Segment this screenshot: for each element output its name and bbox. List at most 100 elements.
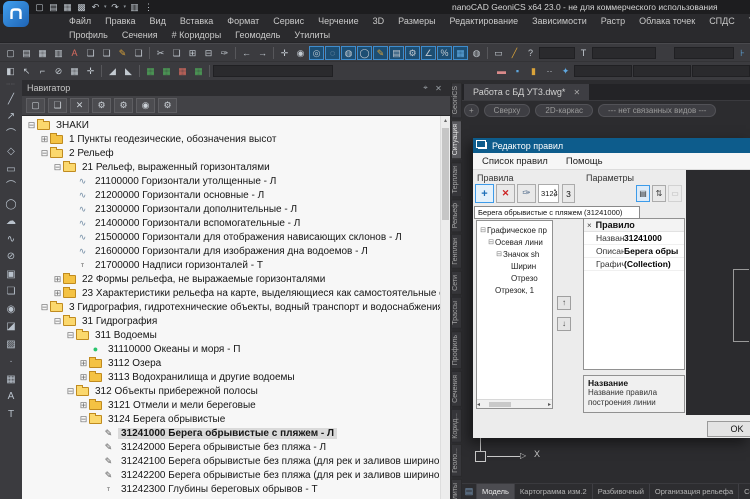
- ellipse-icon[interactable]: ⊘: [7, 250, 15, 263]
- print-icon[interactable]: ▥: [129, 1, 140, 13]
- layout-tab[interactable]: Модель: [477, 484, 515, 499]
- copy-doc-icon[interactable]: ❏: [99, 46, 114, 60]
- tree-item[interactable]: ✎31242000 Берега обрывистые без пляжа - …: [22, 440, 450, 454]
- tree-item[interactable]: ⊟311 Водоемы: [22, 328, 450, 342]
- rule-tree-item[interactable]: ⊟Значок sh: [477, 248, 552, 260]
- options-gear-icon[interactable]: ⚙: [158, 98, 177, 113]
- toolbar-field[interactable]: [633, 65, 691, 77]
- copy-props-icon[interactable]: ◧: [3, 64, 18, 78]
- pin-tool-icon[interactable]: ✦: [558, 64, 573, 78]
- tree-item[interactable]: ∿21200000 Горизонтали основные - Л: [22, 188, 450, 202]
- menu-item[interactable]: Сечения: [115, 30, 165, 40]
- tree-item[interactable]: ●31110000 Океаны и моря - П: [22, 342, 450, 356]
- settings-b-icon[interactable]: ⚙: [114, 98, 133, 113]
- rule-code-spinner[interactable]: 3124 ▲▼: [538, 184, 559, 203]
- print-icon[interactable]: ▥: [51, 46, 66, 60]
- save-all-icon[interactable]: ▩: [76, 1, 87, 13]
- tree-item[interactable]: ✎31242100 Берега обрывистые без пляжа (д…: [22, 454, 450, 468]
- tree-item[interactable]: ⊞23 Характеристики рельефа на карте, выд…: [22, 286, 450, 300]
- menu-rule-list[interactable]: Список правил: [473, 156, 557, 167]
- format-painter-icon[interactable]: ✑: [217, 46, 232, 60]
- select-icon[interactable]: ↖: [19, 64, 34, 78]
- tree-item[interactable]: ⊟2 Рельеф: [22, 146, 450, 160]
- stamp-rule-button[interactable]: ✑: [517, 184, 536, 203]
- spinner-arrows-icon[interactable]: ▲▼: [553, 187, 557, 199]
- move-up-button[interactable]: ↑: [557, 296, 571, 310]
- osnap-icon[interactable]: ✛: [83, 64, 98, 78]
- tree-item[interactable]: т31242300 Глубины береговых обрывов - Т: [22, 482, 450, 496]
- close-icon[interactable]: ✕: [432, 84, 445, 93]
- menu-item[interactable]: Размеры: [391, 16, 442, 26]
- hatch-icon[interactable]: ▨: [6, 338, 15, 351]
- tree-item[interactable]: ✎31242200 Берега обрывистые без пляжа (д…: [22, 468, 450, 482]
- view-pill[interactable]: 2D-каркас: [535, 104, 593, 117]
- polygon-icon[interactable]: ◇: [7, 145, 15, 158]
- swatch-blue-icon[interactable]: ▪: [510, 64, 525, 78]
- copy-block-icon[interactable]: ❏: [7, 285, 16, 298]
- block-icon[interactable]: ▣: [6, 268, 15, 281]
- toolbar-field[interactable]: [592, 47, 656, 59]
- property-row[interactable]: ОписанБерега обры: [584, 245, 684, 258]
- toolbar-field[interactable]: [674, 47, 734, 59]
- delete-rule-button[interactable]: ✕: [496, 184, 515, 203]
- scroll-right-icon[interactable]: ▸: [548, 401, 551, 408]
- tree-item[interactable]: ✎31241000 Берега обрывистые с пляжем - Л: [22, 426, 450, 440]
- layout-tab[interactable]: Организация рельефа: [650, 484, 739, 499]
- workspace-tab[interactable]: Генплан: [451, 234, 462, 269]
- mtext-icon[interactable]: Т: [8, 408, 14, 421]
- rule-tree-item[interactable]: Ширин: [477, 260, 552, 272]
- expander-icon[interactable]: ⊞: [52, 288, 63, 299]
- redo-arrow-icon[interactable]: →: [255, 46, 270, 60]
- menu-help[interactable]: Помощь: [557, 156, 612, 167]
- tree-item[interactable]: ∿21600000 Горизонтали для изображения дн…: [22, 244, 450, 258]
- menu-item[interactable]: Файл: [62, 16, 98, 26]
- zoom-realtime-icon[interactable]: ◉: [293, 46, 308, 60]
- expander-icon[interactable]: ⊞: [52, 274, 63, 285]
- expander-icon[interactable]: ⊞: [78, 400, 89, 411]
- undo-icon[interactable]: ↶: [90, 1, 101, 13]
- corner-b-icon[interactable]: ◣: [121, 64, 136, 78]
- table-icon[interactable]: ▦: [6, 373, 15, 386]
- customize-icon[interactable]: ⋮: [143, 1, 154, 13]
- viewport-icon[interactable]: ▭: [491, 46, 506, 60]
- circle-icon[interactable]: ◯: [5, 198, 16, 211]
- sort-alpha-button[interactable]: ⇅: [652, 185, 666, 202]
- workspace-tab[interactable]: Сети: [451, 271, 462, 295]
- menu-item[interactable]: Вставка: [173, 16, 220, 26]
- hscroll-thumb[interactable]: [489, 402, 511, 407]
- donut-icon[interactable]: ◉: [7, 303, 16, 316]
- expander-icon[interactable]: ⊟: [78, 414, 89, 425]
- tree-item[interactable]: ⊞22 Формы рельефа, не выражаемые горизон…: [22, 272, 450, 286]
- workspace-tab[interactable]: Терплан: [451, 162, 462, 197]
- save-icon[interactable]: ▦: [62, 1, 73, 13]
- expander-icon[interactable]: ⊟: [487, 238, 495, 246]
- menu-item[interactable]: Редактирование: [443, 16, 526, 26]
- tree-item[interactable]: ⊟3124 Берега обрывистые: [22, 412, 450, 426]
- sheet-icon[interactable]: ❏: [131, 46, 146, 60]
- menu-item[interactable]: Геомодель: [228, 30, 287, 40]
- view-pill[interactable]: Сверху: [484, 104, 531, 117]
- undo-caret-icon[interactable]: ▾: [104, 4, 107, 10]
- toolbar-field[interactable]: [692, 65, 750, 77]
- corner-a-icon[interactable]: ◢: [105, 64, 120, 78]
- tree-item[interactable]: т21700000 Надписи горизонталей - Т: [22, 258, 450, 272]
- zoom-dynamic-icon[interactable]: ◌: [325, 46, 340, 60]
- property-row[interactable]: Назван31241000: [584, 232, 684, 245]
- toolbar-field[interactable]: [213, 65, 333, 77]
- cloud-icon[interactable]: ☁: [6, 215, 16, 228]
- settings-a-icon[interactable]: ⚙: [92, 98, 111, 113]
- menu-item[interactable]: Формат: [220, 16, 266, 26]
- menu-item[interactable]: Растр: [594, 16, 632, 26]
- pan-icon[interactable]: ✛: [277, 46, 292, 60]
- bucket-icon[interactable]: ▮: [526, 64, 541, 78]
- rule-tree-hscrollbar[interactable]: ◂ ▸: [477, 399, 552, 408]
- scrollbar-thumb[interactable]: [442, 128, 449, 220]
- copy-item-icon[interactable]: ❏: [48, 98, 67, 113]
- move-down-button[interactable]: ↓: [557, 317, 571, 331]
- help-icon[interactable]: ?: [523, 46, 538, 60]
- pline-arc-icon[interactable]: ⌒: [6, 128, 16, 141]
- rule-tree-item[interactable]: Отрезо: [477, 272, 552, 284]
- layout-tab[interactable]: Картограмма изм.2: [515, 484, 593, 499]
- menu-item[interactable]: # Коридоры: [165, 30, 229, 40]
- new-icon[interactable]: ▢: [3, 46, 18, 60]
